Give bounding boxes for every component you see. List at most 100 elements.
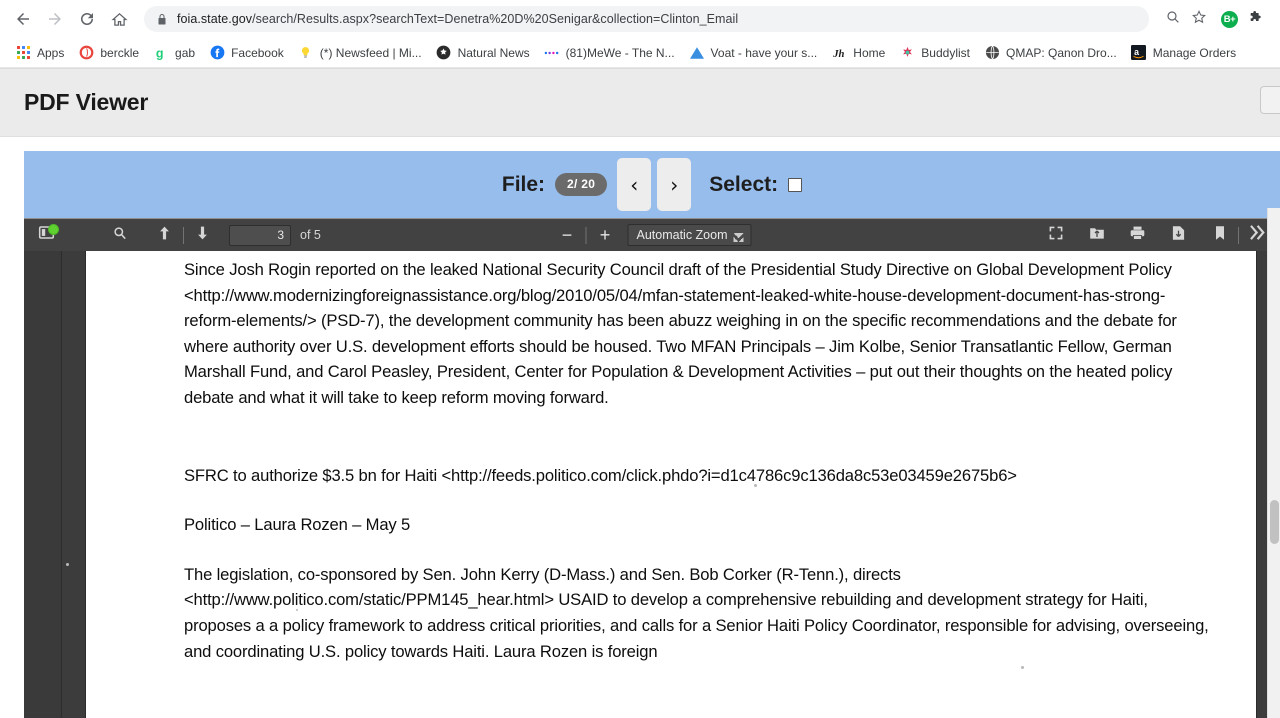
address-bar[interactable]: foia.state.gov/search/Results.aspx?searc… <box>144 6 1149 32</box>
select-label: Select: <box>709 172 779 196</box>
home-icon <box>110 11 128 28</box>
document-byline-2: Politico – Laura Rozen – May 5 <box>184 515 411 535</box>
bookmark-qmap[interactable]: QMAP: Qanon Dro... <box>977 41 1124 65</box>
download-icon <box>1171 225 1186 246</box>
bookmark-apps[interactable]: Apps <box>8 41 71 65</box>
bookmark-star-icon <box>1191 9 1207 30</box>
extensions-puzzle-icon <box>1248 9 1264 30</box>
bookmark-label: QMAP: Qanon Dro... <box>1006 45 1117 60</box>
page-scrollbar-thumb[interactable] <box>1270 500 1279 544</box>
open-file-icon <box>1089 225 1105 246</box>
previous-page-button[interactable] <box>150 223 179 248</box>
bookmark-gab[interactable]: g gab <box>146 41 202 65</box>
previous-file-button[interactable]: ‹ <box>617 158 652 211</box>
scan-speck <box>66 563 69 566</box>
zoom-out-icon: − <box>561 224 573 245</box>
header-right-control[interactable] <box>1260 86 1280 114</box>
bookmark-natural-news[interactable]: Natural News <box>429 41 537 65</box>
bookmark-star-button[interactable] <box>1187 7 1211 31</box>
zoom-level-select[interactable]: Automatic Zoom <box>627 224 752 246</box>
page-header: PDF Viewer <box>0 69 1280 137</box>
document-headline-2: SFRC to authorize $3.5 bn for Haiti <htt… <box>184 465 1017 485</box>
apps-grid-icon <box>15 45 31 61</box>
browser-chrome: foia.state.gov/search/Results.aspx?searc… <box>0 0 1280 69</box>
toolbar-divider <box>183 226 184 244</box>
berckle-icon <box>78 45 94 61</box>
bookmark-label: Voat - have your s... <box>710 45 818 60</box>
lock-icon <box>156 13 168 26</box>
print-icon <box>1129 225 1146 246</box>
select-checkbox[interactable] <box>788 177 803 192</box>
pdf-toolbar-center: − + Automatic Zoom <box>553 223 752 248</box>
sidebar-status-dot <box>48 223 59 235</box>
bookmark-home[interactable]: Jh Home <box>824 41 892 65</box>
pdf-canvas-area[interactable]: Since Josh Rogin reported on the leaked … <box>62 251 1280 718</box>
bookmark-mewe[interactable]: (81)MeWe - The N... <box>537 41 682 65</box>
bookmark-button[interactable] <box>1205 223 1234 248</box>
pdf-viewer-body: Since Josh Rogin reported on the leaked … <box>24 251 1280 718</box>
bookmark-label: Natural News <box>457 45 530 60</box>
page-scrollbar[interactable] <box>1267 208 1280 718</box>
zoom-in-button[interactable]: + <box>591 223 620 248</box>
bookmark-label: berckle <box>100 45 140 60</box>
scan-speck <box>296 609 298 611</box>
globe-icon <box>984 45 1000 61</box>
open-file-button[interactable] <box>1082 223 1111 248</box>
bookmark-label: Apps <box>37 45 65 60</box>
bookmark-berckle[interactable]: berckle <box>71 41 146 65</box>
zoom-indicator-icon <box>1165 9 1181 30</box>
back-arrow-icon <box>14 10 32 28</box>
sidebar-toggle-button[interactable] <box>32 223 61 248</box>
extensions-menu-button[interactable] <box>1244 7 1268 31</box>
double-chevron-right-icon <box>1249 225 1266 245</box>
print-button[interactable] <box>1123 223 1152 248</box>
lightbulb-icon <box>298 45 314 61</box>
address-bar-host: foia.state.gov <box>177 12 253 26</box>
arrow-up-icon <box>157 225 172 246</box>
bookmark-buddylist[interactable]: Buddylist <box>892 41 977 65</box>
extension-buttons: B+ <box>1213 7 1272 31</box>
page-number-input[interactable] <box>229 224 291 246</box>
bookmark-label: (*) Newsfeed | Mi... <box>319 45 422 60</box>
buddylist-icon <box>899 45 915 61</box>
toolbar-divider <box>1238 226 1239 244</box>
zoom-indicator-button[interactable] <box>1161 7 1185 31</box>
bookmark-label: Manage Orders <box>1152 45 1237 60</box>
find-button[interactable] <box>105 223 134 248</box>
bookmark-facebook[interactable]: Facebook <box>202 41 291 65</box>
extension-badge-button[interactable]: B+ <box>1221 10 1238 28</box>
back-button[interactable] <box>8 4 38 34</box>
mewe-dots-icon <box>544 45 560 61</box>
pdf-toolbar-right <box>1041 223 1272 248</box>
next-file-button[interactable]: › <box>657 158 692 211</box>
next-page-button[interactable] <box>188 223 217 248</box>
gab-icon: g <box>153 45 169 61</box>
forward-arrow-icon <box>46 10 64 28</box>
bookmark-newsfeed[interactable]: (*) Newsfeed | Mi... <box>291 41 429 65</box>
zoom-in-icon: + <box>599 224 611 245</box>
jh-icon: Jh <box>831 45 847 61</box>
document-paragraph-2: The legislation, co-sponsored by Sen. Jo… <box>184 564 1209 661</box>
download-button[interactable] <box>1164 223 1193 248</box>
address-bar-url: foia.state.gov/search/Results.aspx?searc… <box>177 12 738 26</box>
pdf-toolbar-left: of 5 <box>32 223 321 248</box>
browser-navigation-bar: foia.state.gov/search/Results.aspx?searc… <box>0 0 1280 38</box>
file-counter-badge: 2/ 20 <box>555 173 608 196</box>
presentation-mode-button[interactable] <box>1041 223 1070 248</box>
zoom-out-button[interactable]: − <box>553 223 582 248</box>
bookmark-voat[interactable]: Voat - have your s... <box>682 41 825 65</box>
bookmark-manage-orders[interactable]: a Manage Orders <box>1124 41 1243 65</box>
bookmark-label: Facebook <box>231 45 284 60</box>
natural-news-icon <box>436 45 452 61</box>
svg-text:g: g <box>155 46 163 60</box>
pdf-page: Since Josh Rogin reported on the leaked … <box>66 251 1256 718</box>
scan-speck <box>1021 666 1024 669</box>
bookmark-label: Home <box>853 45 886 60</box>
pdf-viewer-wrapper: File: 2/ 20 ‹ › Select: 3 of 5 − + Autom… <box>0 137 1280 718</box>
pdf-sidebar-panel[interactable] <box>24 251 62 718</box>
fullscreen-icon <box>1048 225 1064 246</box>
reload-button[interactable] <box>72 4 102 34</box>
document-paragraph-1: Since Josh Rogin reported on the leaked … <box>184 260 1177 407</box>
forward-button[interactable] <box>40 4 70 34</box>
home-button[interactable] <box>104 4 134 34</box>
